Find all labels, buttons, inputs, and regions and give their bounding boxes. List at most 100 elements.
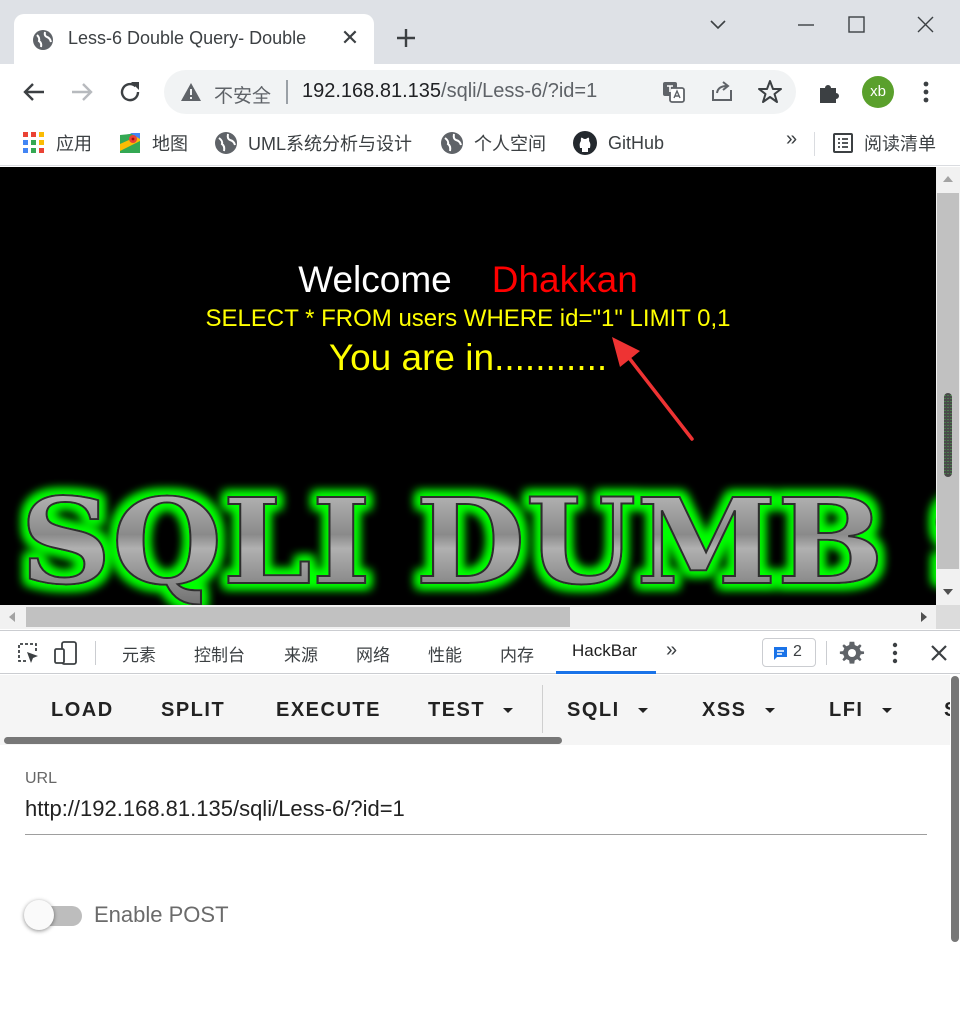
new-tab-icon[interactable] [392, 24, 420, 52]
tab-close-icon[interactable]: ✕ [336, 24, 364, 52]
page-vertical-scrollbar[interactable] [936, 167, 960, 605]
bookmark-github[interactable]: GitHub [572, 130, 664, 156]
bookmark-label: UML系统分析与设计 [248, 134, 413, 154]
share-icon[interactable] [708, 78, 736, 106]
enable-post-switch-knob[interactable] [24, 900, 54, 930]
bookmark-uml[interactable]: UML系统分析与设计 [214, 130, 412, 156]
split-button[interactable]: SPLIT [161, 699, 225, 722]
devtools-tab-bar: 元素 控制台 来源 网络 性能 内存 HackBar » 2 [0, 630, 960, 674]
load-button[interactable]: LOAD [51, 699, 114, 722]
minimize-icon[interactable] [786, 10, 826, 40]
issues-badge[interactable]: 2 [762, 638, 816, 667]
bookmark-label: 个人空间 [474, 134, 546, 154]
browser-toolbar: 不安全 192.168.81.135/sqli/Less-6/?id=1 xb [0, 64, 960, 120]
execute-button[interactable]: EXECUTE [276, 699, 381, 722]
device-toolbar-icon[interactable] [52, 639, 80, 667]
tab-search-chevron-icon[interactable] [698, 10, 738, 40]
apps-grid-icon [23, 132, 44, 153]
url-input-underline [25, 834, 927, 835]
tab-console[interactable]: 控制台 [194, 641, 245, 666]
bookmark-maps[interactable]: 地图 [118, 130, 188, 156]
button-label: LOAD [51, 699, 114, 721]
more-tabs-icon[interactable]: » [666, 639, 677, 662]
browser-tab[interactable]: Less-6 Double Query- Double ✕ [14, 14, 374, 64]
lfi-dropdown-button[interactable]: LFI [829, 699, 892, 722]
devtools-divider [826, 641, 827, 665]
hackbar-vertical-scrollbar[interactable] [951, 676, 959, 942]
forward-arrow-icon[interactable] [68, 78, 96, 106]
tab-sources[interactable]: 来源 [284, 641, 318, 666]
xss-dropdown-button[interactable]: XSS [702, 699, 775, 722]
devtools-divider [95, 641, 96, 665]
sql-query-text: SELECT * FROM users WHERE id="1" LIMIT 0… [205, 305, 731, 332]
tab-memory[interactable]: 内存 [500, 641, 534, 666]
active-tab-indicator [556, 671, 656, 674]
translate-icon[interactable] [660, 78, 688, 106]
omnibox-divider [286, 80, 288, 104]
bookmarks-overflow-icon[interactable]: » [786, 128, 797, 151]
maximize-icon[interactable] [836, 10, 876, 40]
close-window-icon[interactable] [905, 10, 945, 40]
dropdown-caret-icon [637, 708, 648, 714]
dropdown-caret-icon [764, 708, 775, 714]
warning-icon[interactable] [180, 81, 202, 103]
bookmark-apps[interactable]: 应用 [22, 130, 92, 156]
user-name: Dhakkan [491, 259, 638, 300]
bookmark-label: GitHub [608, 132, 665, 153]
scrollbar-graphics [937, 176, 959, 595]
sqli-dropdown-button[interactable]: SQLI [567, 699, 648, 722]
tab-strip: Less-6 Double Query- Double ✕ [0, 0, 960, 64]
url-input[interactable]: http://192.168.81.135/sqli/Less-6/?id=1 [25, 796, 405, 822]
bookmark-personal-space[interactable]: 个人空间 [440, 130, 546, 156]
ssrf-dropdown-button[interactable]: S [944, 699, 950, 722]
settings-gear-icon[interactable] [838, 639, 866, 667]
tab-performance[interactable]: 性能 [428, 641, 462, 666]
globe-icon [441, 132, 463, 154]
banner-text: SQLI DUMB S [20, 472, 936, 605]
back-arrow-icon[interactable] [20, 78, 48, 106]
scrollbar-graphics [9, 607, 927, 627]
hackbar-toolbar: LOAD SPLIT EXECUTE TEST SQLI XSS LFI S [0, 675, 950, 745]
welcome-line: Welcome Dhakkan [0, 259, 936, 301]
dropdown-caret-icon [503, 708, 514, 714]
tab-network[interactable]: 网络 [356, 641, 390, 666]
url-text[interactable]: 192.168.81.135/sqli/Less-6/?id=1 [302, 80, 597, 103]
github-icon [573, 131, 597, 155]
tab-title: Less-6 Double Query- Double [68, 28, 307, 48]
dropdown-caret-icon [881, 708, 892, 714]
url-field-label: URL [25, 770, 58, 787]
url-path: /sqli/Less-6/?id=1 [441, 80, 598, 102]
security-label[interactable]: 不安全 [214, 81, 271, 108]
address-bar[interactable]: 不安全 192.168.81.135/sqli/Less-6/?id=1 [164, 70, 796, 114]
test-dropdown-button[interactable]: TEST [428, 699, 514, 722]
profile-avatar[interactable]: xb [862, 76, 894, 108]
message-icon [774, 647, 787, 660]
globe-icon [215, 132, 237, 154]
reading-list[interactable]: 阅读清单 [832, 130, 936, 156]
sqli-dumb-series-banner: SQLI DUMB S [19, 471, 936, 605]
tab-elements[interactable]: 元素 [122, 641, 156, 666]
more-menu-icon[interactable] [912, 78, 940, 106]
url-host: 192.168.81.135 [302, 80, 442, 102]
reload-icon[interactable] [116, 78, 144, 106]
bookmark-star-icon[interactable] [756, 78, 784, 106]
result-message: You are in........... [328, 337, 608, 378]
button-label: XSS [702, 699, 747, 721]
button-label: SPLIT [161, 699, 226, 721]
extensions-icon[interactable] [816, 78, 844, 106]
maps-icon [120, 133, 140, 153]
button-label: S [944, 699, 950, 721]
page-horizontal-scrollbar[interactable] [0, 605, 936, 629]
inspect-element-icon[interactable] [14, 639, 42, 667]
button-label: SQLI [567, 699, 620, 721]
bookmarks-divider [814, 132, 815, 156]
tab-hackbar[interactable]: HackBar [572, 641, 637, 661]
bookmark-label: 应用 [56, 134, 92, 154]
button-label: LFI [829, 699, 864, 721]
hackbar-horizontal-scrollbar[interactable] [4, 737, 562, 744]
page-content: Welcome Dhakkan SELECT * FROM users WHERE… [0, 167, 936, 605]
close-devtools-icon[interactable] [925, 639, 953, 667]
bookmarks-bar: 应用 地图 UML系统分析与设计 个人空间 GitHub » 阅读清单 [0, 120, 960, 166]
welcome-text: Welcome [298, 259, 452, 300]
devtools-menu-icon[interactable] [881, 639, 909, 667]
